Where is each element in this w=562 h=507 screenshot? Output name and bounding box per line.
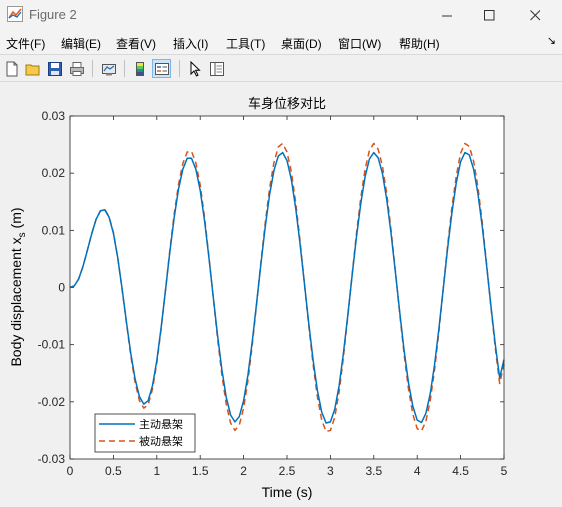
property-editor-icon [209,61,224,76]
x-tick-label: 3 [327,464,334,478]
y-axis-label-main: Body displacement x [8,237,24,366]
minimize-icon [441,15,452,16]
window-title: Figure 2 [29,7,77,22]
menu-window[interactable]: 窗口(W) [338,35,381,52]
x-tick-label: 1 [153,464,160,478]
title-bar: Figure 2 [0,0,562,30]
figure-toolbar [0,54,562,82]
maximize-button[interactable] [466,0,512,30]
y-tick-label: -0.01 [38,338,66,352]
new-figure-button[interactable] [2,59,21,78]
menu-tools[interactable]: 工具(T) [226,35,265,52]
x-tick-label: 1.5 [192,464,209,478]
menu-desktop[interactable]: 桌面(D) [281,35,322,52]
y-tick-label: 0.02 [42,166,66,180]
save-icon [47,61,62,76]
colorbar-icon [135,61,144,76]
menu-help[interactable]: 帮助(H) [399,35,440,52]
figure-canvas: 0 0.5 1 1.5 2 2.5 3 3.5 4 4.5 5 0.03 0.02 0.01 0 -0.01 -… [0,83,562,507]
toolbar-separator [92,60,93,77]
menu-dock-arrow-icon[interactable]: ↘ [547,34,556,47]
x-tick-label: 5 [501,464,508,478]
chart-title: 车身位移对比 [248,96,326,111]
toolbar-separator [124,60,125,77]
y-axis-label: Body displacement xs (m) [8,207,28,366]
minimize-button[interactable] [424,0,470,30]
close-button[interactable] [512,0,558,30]
y-tick-label: -0.02 [38,395,66,409]
y-axis-label-unit: (m) [8,207,24,232]
menu-file[interactable]: 文件(F) [6,35,45,52]
toolbar-separator [179,60,180,77]
legend-icon [154,62,169,75]
x-tick-label: 2.5 [279,464,296,478]
plot-svg[interactable]: 0 0.5 1 1.5 2 2.5 3 3.5 4 4.5 5 0.03 0.02 0.01 0 -0.01 -… [0,83,562,507]
link-plot-icon [101,63,116,75]
menu-bar: 文件(F) 编辑(E) 查看(V) 插入(I) 工具(T) 桌面(D) 窗口(W… [0,30,562,54]
maximize-icon [483,9,494,20]
save-button[interactable] [45,59,64,78]
menu-insert[interactable]: 插入(I) [173,35,208,52]
legend-label-passive: 被动悬架 [139,435,183,448]
link-plot-button[interactable] [99,59,118,78]
x-tick-label: 3.5 [365,464,382,478]
x-tick-label: 4 [414,464,421,478]
legend[interactable]: 主动悬架 被动悬架 [94,413,196,453]
x-tick-label: 0.5 [105,464,122,478]
menu-edit[interactable]: 编辑(E) [61,35,101,52]
print-icon [69,61,84,76]
menu-view[interactable]: 查看(V) [116,35,156,52]
matlab-logo-icon [7,6,23,22]
legend-label-active: 主动悬架 [139,418,183,431]
y-tick-label: 0.01 [42,223,66,237]
x-tick-label: 0 [67,464,74,478]
colorbar-button[interactable] [130,59,149,78]
pointer-icon [190,60,201,77]
legend-button[interactable] [152,59,171,78]
print-button[interactable] [67,59,86,78]
x-axis-label: Time (s) [262,484,313,500]
pointer-button[interactable] [185,59,204,78]
open-file-button[interactable] [23,59,42,78]
property-editor-button[interactable] [207,59,226,78]
y-tick-label: 0 [58,281,65,295]
open-file-icon [25,64,39,75]
axes-background [70,116,504,459]
y-tick-label: 0.03 [42,109,66,123]
new-figure-icon [6,61,17,76]
x-tick-label: 4.5 [452,464,469,478]
close-icon [529,9,540,20]
y-tick-label: -0.03 [38,452,66,466]
x-tick-label: 2 [240,464,247,478]
